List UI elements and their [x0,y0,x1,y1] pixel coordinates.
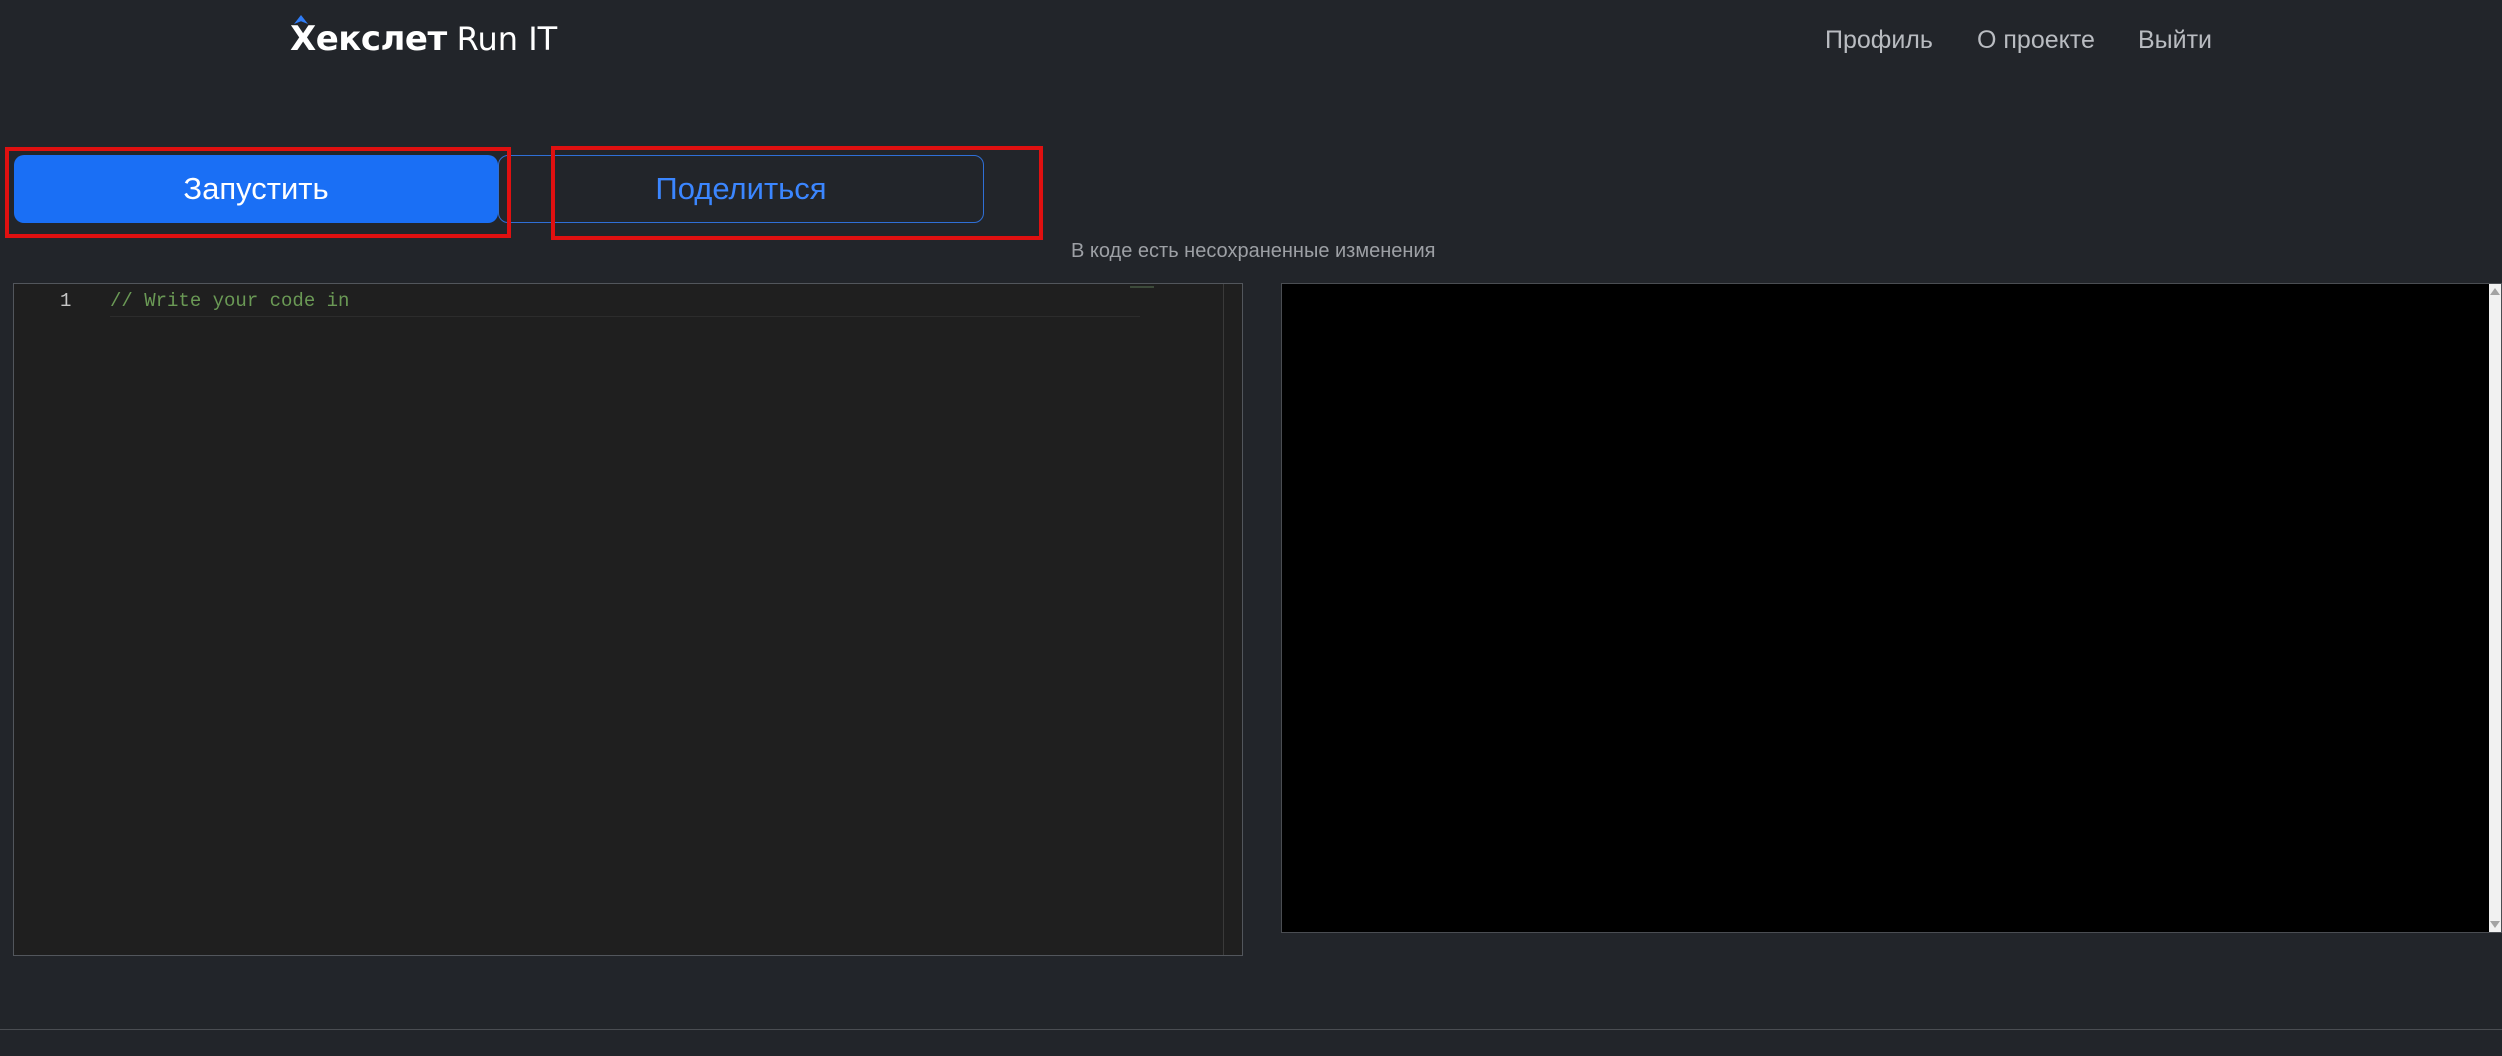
unsaved-changes-notice: В коде есть несохраненные изменения [1071,240,1436,262]
nav-profile[interactable]: Профиль [1825,20,1933,60]
share-button[interactable]: Поделиться [498,155,984,223]
nav-logout[interactable]: Выйти [2138,20,2212,60]
editor-scrollbar[interactable] [1223,284,1224,955]
output-scrollbar[interactable] [2489,284,2501,932]
logo-mark-text: Хекслет [290,19,447,59]
nav-about-label[interactable]: О проекте [1977,26,2095,55]
code-line[interactable]: // Write your code in [110,290,1140,317]
line-number: 1 [60,290,72,312]
run-button[interactable]: Запустить [14,155,498,223]
nav-profile-label[interactable]: Профиль [1825,26,1933,55]
output-console[interactable] [1281,283,2502,933]
scroll-down-icon[interactable] [2490,921,2500,928]
nav-logout-label[interactable]: Выйти [2138,26,2212,55]
top-navbar: Хекслет Run IT Профиль О проекте Выйти [0,0,2502,80]
logo-mark: Хекслет [290,15,447,59]
minimap[interactable] [1130,286,1154,288]
logo-product-name: Run IT [456,20,558,58]
code-editor[interactable]: 1 // Write your code in [13,283,1243,956]
scroll-up-icon[interactable] [2490,288,2500,295]
logo[interactable]: Хекслет Run IT [290,14,557,64]
nav-about[interactable]: О проекте [1977,20,2095,60]
footer-divider [0,1029,2502,1030]
